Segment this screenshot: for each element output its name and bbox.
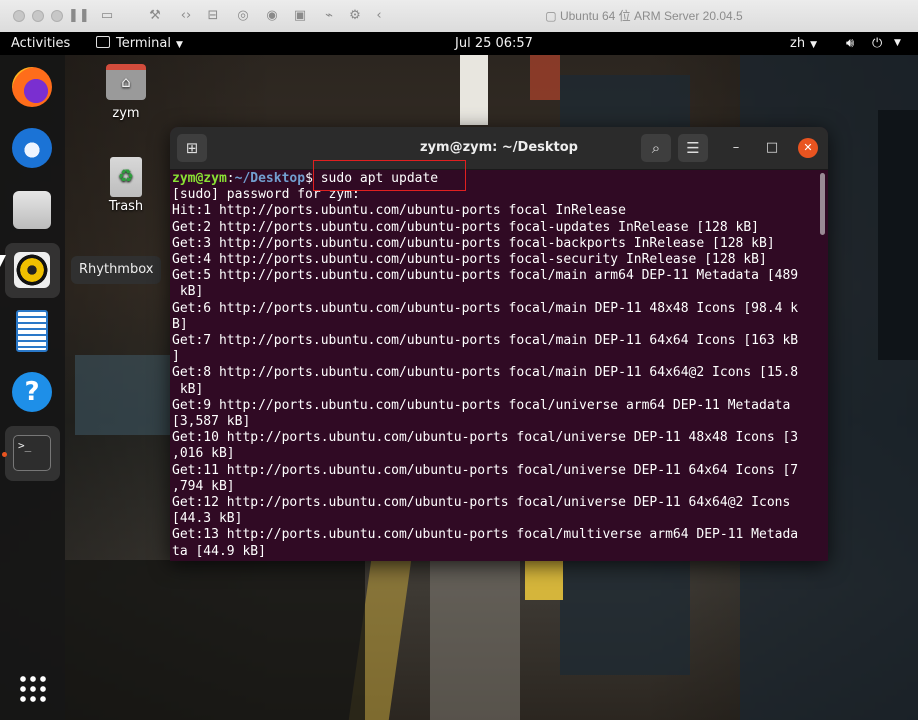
volume-icon[interactable]: 🔊︎	[846, 32, 854, 55]
terminal-output-line: [3,587 kB]	[172, 414, 251, 430]
app-menu-label: Terminal	[116, 36, 171, 51]
files-icon	[13, 191, 51, 229]
search-icon: ⌕	[651, 139, 661, 157]
yellow-post	[525, 560, 563, 600]
terminal-icon: >_	[13, 435, 51, 471]
rhythmbox-icon	[14, 252, 50, 288]
trash-icon: ♻	[110, 157, 142, 197]
dock-item-files[interactable]	[5, 182, 60, 237]
terminal-window[interactable]: ⊞ zym@zym: ~/Desktop ⌕ ☰ – □ ✕ zym@zym:~…	[170, 127, 828, 561]
command-highlight-box	[313, 160, 466, 191]
activities-button[interactable]: Activities	[11, 32, 70, 55]
clock[interactable]: Jul 25 06:57	[455, 32, 533, 55]
trash-label: Trash	[108, 199, 144, 214]
terminal-small-icon	[96, 36, 110, 48]
dock-item-rhythmbox[interactable]	[5, 243, 60, 298]
dock-item-terminal[interactable]: >_	[5, 426, 60, 481]
dock-tooltip: Rhythmbox	[71, 256, 162, 284]
prompt-separator: :	[226, 171, 235, 186]
terminal-output[interactable]: zym@zym:~/Desktop$ sudo apt update [sudo]…	[172, 171, 812, 561]
terminal-output-line: Get:13 http://ports.ubuntu.com/ubuntu-po…	[172, 527, 799, 543]
terminal-headerbar[interactable]: ⊞ zym@zym: ~/Desktop ⌕ ☰ – □ ✕	[170, 127, 828, 170]
gnome-top-bar: Activities Terminal ▼ Jul 25 06:57 zh ▼ 🔊︎…	[0, 32, 918, 55]
menu-button[interactable]: ☰	[678, 134, 708, 162]
lock-icon: ▢	[545, 9, 560, 23]
home-folder-desktop-icon[interactable]: ⌂ zym	[96, 64, 156, 121]
terminal-output-line: Get:4 http://ports.ubuntu.com/ubuntu-por…	[172, 252, 767, 268]
maximize-icon: □	[765, 140, 779, 155]
thunderbird-icon	[12, 128, 52, 168]
help-icon: ?	[12, 372, 52, 412]
minimize-button[interactable]: –	[726, 138, 746, 158]
terminal-output-line: [44.3 kB]	[172, 511, 243, 527]
dock-item-thunderbird[interactable]	[5, 121, 60, 176]
home-folder-label: zym	[112, 106, 140, 121]
firefox-icon	[12, 67, 52, 107]
terminal-output-line: Get:9 http://ports.ubuntu.com/ubuntu-por…	[172, 397, 791, 413]
pillar-detail	[530, 55, 560, 100]
power-icon[interactable]: ⏻	[872, 32, 882, 55]
dock-item-libreoffice-writer[interactable]	[5, 304, 60, 359]
terminal-output-line: B]	[172, 316, 188, 332]
prompt-user: zym@zym	[172, 171, 227, 186]
platform-floor	[430, 560, 520, 720]
terminal-output-line: ]	[172, 349, 180, 365]
terminal-output-line: Get:3 http://ports.ubuntu.com/ubuntu-por…	[172, 235, 775, 251]
scrollbar[interactable]	[820, 173, 825, 235]
terminal-output-line: kB]	[172, 284, 204, 300]
maximize-button[interactable]: □	[762, 138, 782, 158]
terminal-output-line: Get:12 http://ports.ubuntu.com/ubuntu-po…	[172, 495, 791, 511]
dock-item-help[interactable]: ?	[5, 365, 60, 420]
hamburger-icon: ☰	[686, 139, 700, 157]
input-method-button[interactable]: zh ▼	[790, 32, 817, 55]
prompt-symbol: $	[305, 171, 313, 186]
ceiling-light	[460, 55, 488, 125]
dock: ? >_	[0, 55, 65, 720]
app-menu-button[interactable]: Terminal ▼	[96, 32, 183, 55]
station-sign	[878, 110, 918, 360]
track-bed	[65, 560, 365, 720]
terminal-output-line: ta [44.9 kB]	[172, 543, 266, 559]
trash-desktop-icon[interactable]: ♻ Trash	[96, 157, 156, 214]
chevron-down-icon: ▼	[175, 40, 183, 50]
vm-window-title: ▢ Ubuntu 64 位 ARM Server 20.04.5	[545, 9, 743, 23]
dock-item-firefox[interactable]	[5, 60, 60, 115]
mouse-cursor-icon	[0, 255, 6, 267]
chevron-down-icon: ▼	[810, 40, 817, 50]
libreoffice-writer-icon	[16, 310, 48, 352]
running-indicator	[2, 452, 7, 457]
terminal-output-line: Get:10 http://ports.ubuntu.com/ubuntu-po…	[172, 430, 799, 446]
vm-window-titlebar: ❚❚ ▭ ⚒ ‹› ⊟ ◎ ◉ ▣ ⌁ ⚙ ‹ ▢ Ubuntu 64 位 AR…	[0, 0, 918, 33]
terminal-output-line: Hit:1 http://ports.ubuntu.com/ubuntu-por…	[172, 203, 626, 219]
terminal-output-line: Get:5 http://ports.ubuntu.com/ubuntu-por…	[172, 268, 799, 284]
terminal-output-line: ,794 kB]	[172, 478, 235, 494]
close-button[interactable]: ✕	[798, 138, 818, 158]
close-icon: ✕	[803, 141, 813, 154]
prompt-path: ~/Desktop	[234, 171, 306, 186]
prompt-line: zym@zym:~/Desktop$ sudo apt update	[172, 171, 812, 187]
terminal-output-line: ,016 kB]	[172, 446, 235, 462]
output-lines: [sudo] password for zym: Hit:1 http://por…	[172, 187, 812, 560]
terminal-output-line: Get:8 http://ports.ubuntu.com/ubuntu-por…	[172, 365, 799, 381]
terminal-output-line: Get:7 http://ports.ubuntu.com/ubuntu-por…	[172, 333, 799, 349]
terminal-output-line: Get:11 http://ports.ubuntu.com/ubuntu-po…	[172, 462, 799, 478]
minimize-icon: –	[732, 140, 740, 155]
show-apps-icon	[18, 674, 47, 703]
terminal-output-line: kB]	[172, 381, 204, 397]
terminal-output-line: Get:2 http://ports.ubuntu.com/ubuntu-por…	[172, 219, 759, 235]
home-folder-icon: ⌂	[106, 64, 146, 100]
dock-item-show-apps[interactable]	[5, 661, 60, 716]
chevron-down-icon[interactable]: ▼	[894, 32, 901, 55]
search-button[interactable]: ⌕	[641, 134, 671, 162]
train-window	[75, 355, 170, 435]
terminal-output-line: Get:6 http://ports.ubuntu.com/ubuntu-por…	[172, 300, 799, 316]
terminal-output-line: [sudo] password for zym:	[172, 187, 360, 203]
